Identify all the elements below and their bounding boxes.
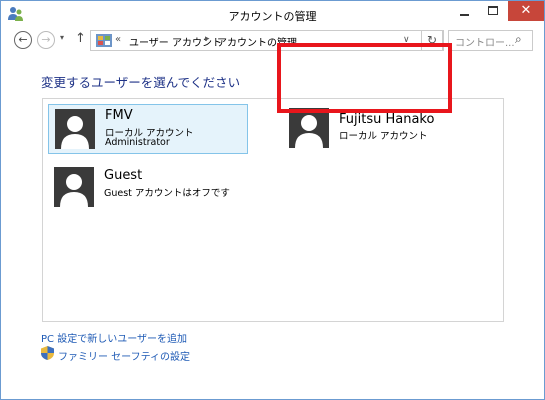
- forward-button[interactable]: →: [37, 31, 55, 49]
- breadcrumb-separator-icon[interactable]: ▸: [205, 34, 210, 44]
- user-list-panel: FMV ローカル アカウント Administrator Fujitsu Han…: [42, 98, 504, 322]
- minimize-button[interactable]: [451, 1, 479, 21]
- title-bar: アカウントの管理 ✕: [1, 1, 544, 29]
- search-input[interactable]: コントロー... ⌕: [448, 30, 533, 51]
- back-button[interactable]: ←: [14, 31, 32, 49]
- add-user-link[interactable]: PC 設定で新しいユーザーを追加: [41, 330, 187, 345]
- user-avatar-icon: [55, 109, 95, 149]
- account-management-window: アカウントの管理 ✕ ← → ▾ ↑ « ユーザー アカウント ▸ アカウントの…: [0, 0, 545, 400]
- user-avatar-icon: [289, 108, 329, 148]
- user-account-type: Guest アカウントはオフです: [104, 188, 230, 199]
- up-level-button[interactable]: ↑: [75, 31, 86, 46]
- user-name: Guest: [104, 168, 143, 183]
- user-tile-fmv[interactable]: FMV ローカル アカウント Administrator: [48, 104, 248, 154]
- user-account-type: ローカル アカウント: [339, 131, 428, 142]
- user-name: Fujitsu Hanako: [339, 112, 435, 127]
- close-button[interactable]: ✕: [508, 1, 544, 21]
- minimize-icon: [460, 14, 469, 16]
- page-heading: 変更するユーザーを選んでください: [41, 75, 241, 90]
- user-name: FMV: [105, 108, 133, 123]
- control-panel-icon: [96, 34, 112, 47]
- search-icon[interactable]: ⌕: [515, 32, 522, 47]
- close-icon: ✕: [520, 3, 532, 18]
- family-safety-link[interactable]: ファミリー セーフティの設定: [58, 348, 190, 363]
- highlight-frame: [277, 43, 452, 113]
- breadcrumb-overflow-icon[interactable]: «: [115, 34, 121, 45]
- user-avatar-icon: [54, 167, 94, 207]
- recent-locations-dropdown-icon[interactable]: ▾: [60, 33, 64, 42]
- search-placeholder: コントロー...: [455, 38, 515, 49]
- user-tile-guest[interactable]: Guest Guest アカウントはオフです: [48, 163, 248, 213]
- main-content: 変更するユーザーを選んでください FMV ローカル アカウント Administ…: [1, 55, 544, 399]
- navigation-bar: ← → ▾ ↑ « ユーザー アカウント ▸ アカウントの管理 ∨ ↻ コントロ…: [1, 29, 544, 55]
- user-role: Administrator: [105, 137, 170, 148]
- shield-icon: [41, 346, 54, 360]
- maximize-button[interactable]: [479, 1, 507, 21]
- maximize-icon: [488, 6, 498, 15]
